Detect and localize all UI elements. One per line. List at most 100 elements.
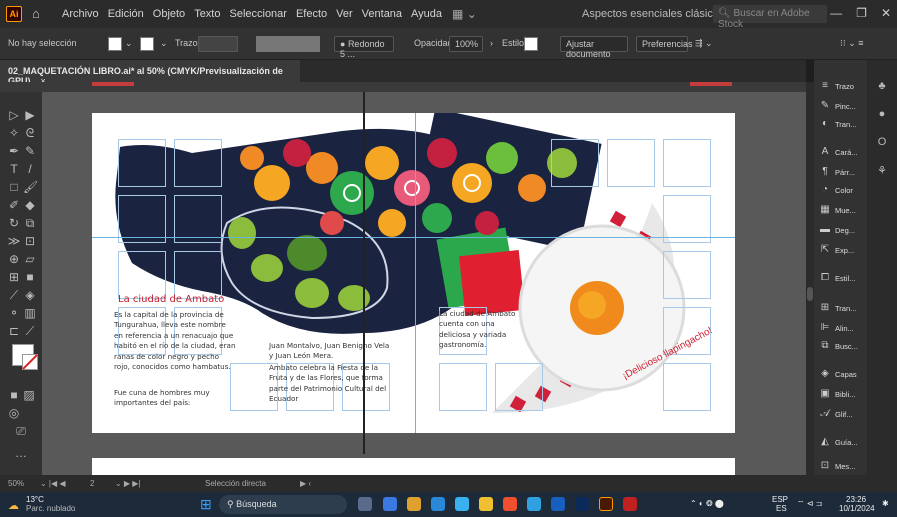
edge-icon[interactable] [527, 497, 541, 511]
fill-swatch[interactable] [108, 37, 122, 51]
horizontal-ruler[interactable] [42, 82, 806, 92]
brush-definition-dropdown[interactable]: ● Redondo 5 ... [334, 36, 394, 59]
opacity-field[interactable]: 100% [449, 36, 483, 52]
menu-efecto[interactable]: Efecto [296, 8, 327, 20]
panel-caracter[interactable]: A Cará... [819, 144, 867, 160]
current-tool-status[interactable]: Selección directa [205, 479, 266, 488]
first-artboard-icon[interactable]: ⌄ |◀ ◀ [40, 479, 66, 488]
shaper-tool-icon[interactable]: ✐ [7, 198, 21, 212]
menu-objeto[interactable]: Objeto [153, 8, 185, 20]
menu-edicion[interactable]: Edición [108, 8, 144, 20]
artboard-tool-icon[interactable]: ⊏ [7, 324, 21, 338]
artboard-number[interactable]: 2 [90, 479, 94, 488]
body-text-people[interactable]: Fue cuna de hombres muy importantes del … [114, 388, 224, 409]
next-artboard-icon[interactable]: ⌄ ▶ ▶| [115, 479, 141, 488]
rectangle-tool-icon[interactable]: □ [7, 180, 21, 194]
keyboard-indicator[interactable]: ES [776, 504, 787, 513]
color-guide-icon[interactable]: ♣ [876, 80, 888, 92]
color-mode-icon[interactable]: ■ [7, 388, 21, 402]
vertical-guide[interactable] [415, 113, 416, 433]
notifications-icon[interactable]: ✱ [882, 499, 889, 508]
menu-ver[interactable]: Ver [336, 8, 353, 20]
panel-buscatrazos[interactable]: ⧉ Busc... [819, 338, 867, 354]
preferences-button[interactable]: Preferencias [636, 36, 693, 52]
menu-ventana[interactable]: Ventana [362, 8, 402, 20]
gradient-mode-icon[interactable]: ▨ [22, 388, 36, 402]
symbol-sprayer-tool-icon[interactable]: ⚬ [7, 306, 21, 320]
blend-tool-icon[interactable]: ◈ [23, 288, 37, 302]
chevron-down-icon[interactable]: ⌄ [125, 38, 133, 49]
curvature-tool-icon[interactable]: ✎ [23, 144, 37, 158]
document-tab[interactable]: 02_MAQUETACIÓN LIBRO.ai* al 50% (CMYK/Pr… [0, 60, 300, 86]
mesh-tool-icon[interactable]: ⊞ [7, 270, 21, 284]
word-icon[interactable] [551, 497, 565, 511]
taskview-icon[interactable] [358, 497, 372, 511]
chevron-down-icon[interactable]: ⌄ [160, 38, 168, 49]
file-explorer-icon[interactable] [479, 497, 493, 511]
free-transform-tool-icon[interactable]: ⊡ [23, 234, 37, 248]
restore-icon[interactable]: ❐ [856, 6, 867, 20]
panel-transparencia[interactable]: ◐ Tran... [819, 116, 867, 132]
vertical-scrollbar[interactable] [806, 82, 814, 475]
weather-icon[interactable]: ☁ [8, 499, 19, 512]
tray-icons[interactable]: ⌃ ◐ ❂ ⬤ [690, 499, 724, 508]
page-heading[interactable]: La ciudad de Ambato [118, 294, 224, 305]
type-tool-icon[interactable]: T [7, 162, 21, 176]
start-icon[interactable]: ⊞ [200, 496, 212, 513]
variable-width-profile[interactable] [256, 36, 320, 52]
lasso-tool-icon[interactable]: ᘓ [23, 126, 37, 140]
menu-seleccionar[interactable]: Seleccionar [229, 8, 286, 20]
workspace-switcher[interactable]: Aspectos esenciales clásicos [582, 8, 724, 20]
shape-builder-tool-icon[interactable]: ⊕ [7, 252, 21, 266]
draw-mode-icon[interactable]: ◎ [7, 406, 21, 420]
stroke-weight-field[interactable] [198, 36, 238, 52]
panel-capas[interactable]: ◈ Capas [819, 366, 867, 382]
chrome-icon[interactable] [407, 497, 421, 511]
direct-selection-tool-icon[interactable]: ▶ [23, 108, 37, 122]
body-text-names[interactable]: Juan Montalvo, Juan Benigno Vela y Juan … [269, 341, 391, 362]
rotate-tool-icon[interactable]: ↻ [7, 216, 21, 230]
status-menu-icon[interactable]: ▶ ‹ [300, 479, 311, 488]
panel-color[interactable]: ◔ Color [819, 182, 867, 198]
acrobat-icon[interactable] [623, 497, 637, 511]
slice-tool-icon[interactable]: ⟋ [23, 324, 37, 338]
paintbrush-tool-icon[interactable]: 🖌︎ [23, 180, 38, 194]
app-icon[interactable] [503, 497, 517, 511]
panel-pinceles[interactable]: ✎ Pinc... [819, 98, 867, 114]
minimize-icon[interactable]: — [830, 6, 842, 20]
zoom-level[interactable]: 50% [8, 479, 24, 488]
width-tool-icon[interactable]: ≫ [7, 234, 21, 248]
horizontal-guide[interactable] [92, 237, 735, 238]
adjust-document-button[interactable]: Ajustar documento [560, 36, 628, 59]
artboard-spread[interactable]: La ciudad de Ambato Es la capital de la … [92, 113, 735, 433]
stroke-swatch[interactable] [140, 37, 154, 51]
clock-time[interactable]: 23:26 [846, 495, 866, 504]
chat-icon[interactable] [383, 497, 397, 511]
edit-toolbar-icon[interactable]: … [14, 446, 28, 460]
perspective-grid-tool-icon[interactable]: ▱ [23, 252, 37, 266]
magic-wand-tool-icon[interactable]: ✧ [7, 126, 21, 140]
style-swatch[interactable] [524, 37, 538, 51]
canvas[interactable]: La ciudad de Ambato Es la capital de la … [42, 92, 806, 475]
panel-mesa[interactable]: ⊡ Mes... [819, 458, 867, 474]
panel-bibliotecas[interactable]: ▣ Bibli... [819, 386, 867, 402]
edge-icon[interactable] [455, 497, 469, 511]
photoshop-icon[interactable] [575, 497, 589, 511]
panel-muestras[interactable]: ▦ Mue... [819, 202, 867, 218]
panel-estilos[interactable]: ⧠ Estil... [819, 270, 867, 286]
panel-transformar[interactable]: ⊞ Tran... [819, 300, 867, 316]
scale-tool-icon[interactable]: ⧉ [23, 216, 37, 230]
next-artboard[interactable] [92, 458, 735, 475]
language-indicator[interactable]: ESP [772, 495, 788, 504]
eraser-tool-icon[interactable]: ◆ [23, 198, 37, 212]
panel-degradado[interactable]: ▬ Deg... [819, 222, 867, 238]
illustrator-taskbar-icon[interactable] [599, 497, 613, 511]
panel-exportar[interactable]: ⇱ Exp... [819, 242, 867, 258]
menu-texto[interactable]: Texto [194, 8, 220, 20]
taskbar-search[interactable]: ⚲ Búsqueda [219, 495, 347, 514]
clock-date[interactable]: 10/1/2024 [839, 504, 875, 513]
graph-tool-icon[interactable]: ▥ [23, 306, 37, 320]
panel-trazo[interactable]: ≡ Trazo [819, 78, 867, 94]
stroke-color-box[interactable] [22, 354, 38, 370]
chevron-right-icon[interactable]: › [490, 38, 493, 48]
